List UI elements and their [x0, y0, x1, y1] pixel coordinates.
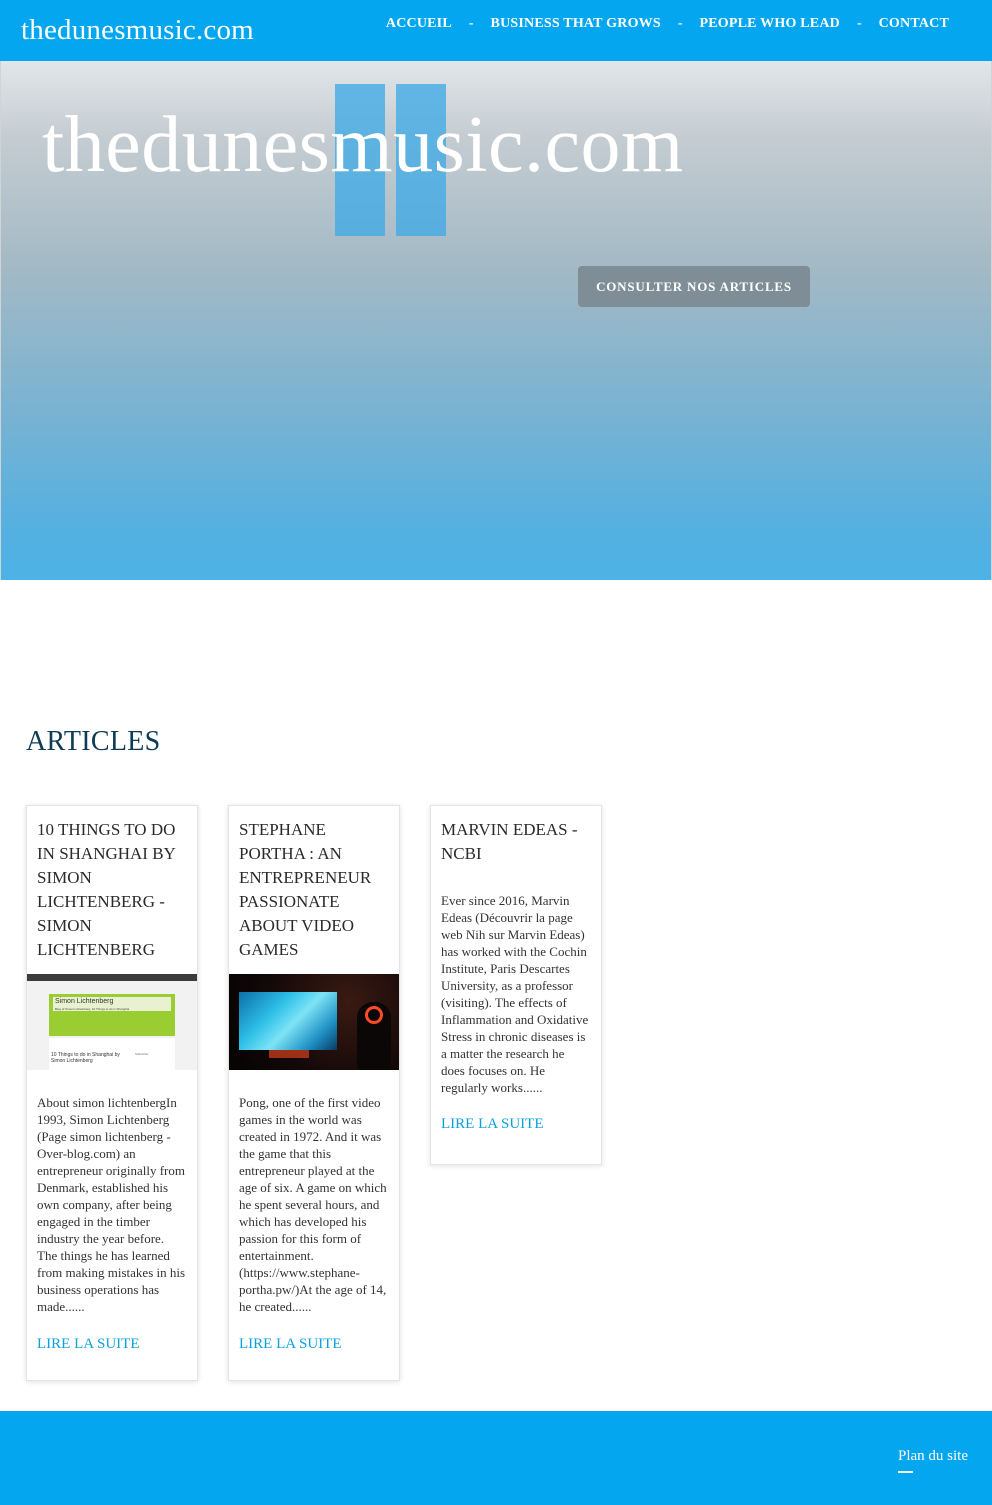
- read-articles-button[interactable]: CONSULTER NOS ARTICLES: [578, 266, 810, 307]
- read-more-link[interactable]: LIRE LA SUITE: [27, 1336, 197, 1353]
- blog-sidebar-label: Subscribe: [135, 1052, 149, 1056]
- article-card: STEPHANE PORTHA : AN ENTREPRENEUR PASSIO…: [228, 805, 400, 1381]
- top-navigation-bar: thedunesmusic.com ACCUEIL - BUSINESS THA…: [0, 0, 992, 61]
- site-title[interactable]: thedunesmusic.com: [21, 14, 254, 47]
- nav-separator: -: [856, 16, 862, 31]
- footer: Plan du site: [0, 1411, 992, 1505]
- article-title[interactable]: MARVIN EDEAS - NCBI: [431, 806, 601, 874]
- article-excerpt: Ever since 2016, Marvin Edeas (Découvrir…: [441, 893, 589, 1095]
- monitor-screen: [239, 992, 337, 1050]
- sitemap-underline: [898, 1471, 913, 1473]
- nav-item-accueil[interactable]: ACCUEIL: [386, 16, 452, 32]
- article-card: 10 THINGS TO DO IN SHANGHAI BY SIMON LIC…: [26, 805, 198, 1381]
- nav-separator: -: [677, 16, 683, 31]
- hero-banner: thedunesmusic.com CONSULTER NOS ARTICLES: [0, 61, 992, 580]
- read-more-link[interactable]: LIRE LA SUITE: [431, 1116, 601, 1133]
- article-thumbnail[interactable]: [229, 974, 399, 1070]
- browser-toolbar: [27, 974, 197, 981]
- article-title[interactable]: 10 THINGS TO DO IN SHANGHAI BY SIMON LIC…: [27, 806, 197, 959]
- nav-item-business-that-grows[interactable]: BUSINESS THAT GROWS: [491, 16, 661, 32]
- blog-header-banner: Simon Lichtenberg Blog of Simon Lichtenb…: [49, 994, 175, 1036]
- headphones-glow: [365, 1006, 383, 1024]
- blog-name: Simon Lichtenberg: [55, 998, 114, 1005]
- hero-title: thedunesmusic.com: [42, 101, 684, 189]
- read-more-link[interactable]: LIRE LA SUITE: [229, 1336, 399, 1353]
- blog-post-title: 10 Things to do in Shanghai by Simon Lic…: [51, 1052, 120, 1064]
- article-excerpt: Pong, one of the first video games in th…: [239, 1095, 387, 1314]
- nav-item-people-who-lead[interactable]: PEOPLE WHO LEAD: [700, 16, 840, 32]
- nav-item-contact[interactable]: CONTACT: [879, 16, 949, 32]
- main-nav: ACCUEIL - BUSINESS THAT GROWS - PEOPLE W…: [386, 16, 949, 32]
- article-thumbnail[interactable]: Simon Lichtenberg Blog of Simon Lichtenb…: [27, 974, 197, 1070]
- blog-tagline: Blog of Simon Lichtenberg, 10 Things to …: [55, 1007, 130, 1011]
- article-excerpt: About simon lichtenbergIn 1993, Simon Li…: [37, 1095, 186, 1314]
- sitemap-link[interactable]: Plan du site: [898, 1448, 968, 1465]
- article-title[interactable]: STEPHANE PORTHA : AN ENTREPRENEUR PASSIO…: [229, 806, 399, 959]
- article-card: MARVIN EDEAS - NCBI Ever since 2016, Mar…: [430, 805, 602, 1165]
- articles-heading: ARTICLES: [26, 726, 161, 757]
- nav-separator: -: [468, 16, 474, 31]
